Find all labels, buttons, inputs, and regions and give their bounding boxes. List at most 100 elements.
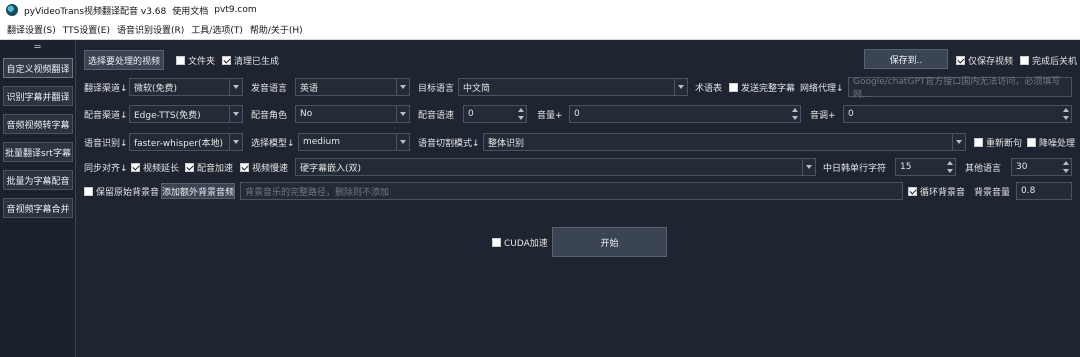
asr-select[interactable]: faster-whisper(本地): [129, 133, 243, 151]
cjk-chars-label: 中日韩单行字符: [823, 163, 887, 174]
speech-rate-spinbox[interactable]: 0: [463, 105, 527, 123]
loop-bg-checkbox-box[interactable]: [908, 186, 917, 196]
keep-bg-checkbox[interactable]: 保留原始背景音: [84, 182, 159, 200]
chevron-down-icon: [400, 112, 406, 116]
loop-bg-label: 循环背景音: [920, 187, 966, 198]
dubbing-channel-select[interactable]: Edge-TTS(免费): [129, 105, 243, 123]
source-lang-select[interactable]: 英语: [295, 78, 410, 96]
model-value: medium: [303, 137, 340, 147]
dubbing-channel-label[interactable]: 配音渠道↓: [84, 105, 128, 123]
video-extend-checkbox[interactable]: 视频延长: [131, 158, 179, 176]
menu-bar: 翻译设置(S) TTS设置(E) 语音识别设置(R) 工具/选项(T) 帮助/关…: [0, 20, 1080, 40]
cuda-checkbox-box[interactable]: [492, 237, 501, 247]
video-slowdown-checkbox-box[interactable]: [240, 162, 249, 172]
target-lang-value: 中文简: [463, 83, 491, 94]
sidebar: ═ 自定义视频翻译 识别字幕并翻译 音频视频转字幕 批量翻译srt字幕 批量为字…: [0, 40, 76, 357]
folder-checkbox[interactable]: 文件夹: [176, 51, 215, 69]
sidebar-item-custom-translate[interactable]: 自定义视频翻译: [3, 58, 73, 78]
asr-label[interactable]: 语音识别↓: [84, 133, 128, 151]
sidebar-item-recognize-translate[interactable]: 识别字幕并翻译: [3, 86, 73, 106]
sidebar-item-batch-dubbing[interactable]: 批量为字幕配音: [3, 170, 73, 190]
doc-link[interactable]: 使用文档: [172, 4, 208, 17]
start-button[interactable]: 开始: [552, 227, 667, 257]
menu-tts-settings[interactable]: TTS设置(E): [60, 23, 113, 36]
other-lang-spinbox[interactable]: 30: [1011, 158, 1072, 176]
asr-value: faster-whisper(本地): [134, 138, 224, 149]
translate-channel-select[interactable]: 微软(免费): [129, 78, 243, 96]
proxy-label[interactable]: 网络代理↓: [800, 78, 844, 96]
speech-rate-label: 配音语速: [418, 110, 455, 121]
chevron-down-icon: [400, 140, 406, 144]
re-segment-checkbox-box[interactable]: [974, 137, 983, 147]
source-lang-label: 发音语言: [251, 83, 288, 94]
app-logo-icon: [6, 4, 18, 16]
subtitle-mode-select[interactable]: 硬字幕嵌入(双): [295, 158, 816, 176]
clear-generated-checkbox[interactable]: 清理已生成: [222, 51, 279, 69]
select-video-button[interactable]: 选择要处理的视频: [84, 50, 164, 70]
cuda-checkbox[interactable]: CUDA加速: [492, 233, 548, 251]
pitch-spinbox[interactable]: 0: [843, 105, 1072, 123]
spin-arrows-icon[interactable]: [1062, 108, 1069, 120]
volume-value: 0: [574, 109, 580, 119]
dubbing-channel-value: Edge-TTS(免费): [134, 110, 201, 121]
model-select[interactable]: medium: [298, 133, 410, 151]
denoise-checkbox-box[interactable]: [1027, 137, 1036, 147]
denoise-label: 降噪处理: [1039, 138, 1076, 149]
audio-speedup-checkbox-box[interactable]: [185, 162, 194, 172]
add-bg-audio-button[interactable]: 添加额外背景音频: [161, 183, 235, 199]
subtitle-mode-value: 硬字幕嵌入(双): [300, 163, 362, 174]
bg-volume-input[interactable]: 0.8: [1016, 182, 1072, 200]
volume-label: 音量+: [537, 110, 563, 121]
sidebar-item-batch-translate-srt[interactable]: 批量翻译srt字幕: [3, 142, 73, 162]
save-to-button[interactable]: 保存到..: [864, 49, 948, 69]
menu-translate-settings[interactable]: 翻译设置(S): [4, 23, 59, 36]
spin-arrows-icon[interactable]: [1062, 161, 1069, 173]
video-slowdown-checkbox[interactable]: 视频慢速: [240, 158, 288, 176]
shutdown-checkbox-box[interactable]: [1020, 55, 1029, 65]
sync-label[interactable]: 同步对齐↓: [84, 158, 128, 176]
video-extend-checkbox-box[interactable]: [131, 162, 140, 172]
denoise-checkbox[interactable]: 降噪处理: [1027, 133, 1075, 151]
shutdown-checkbox[interactable]: 完成后关机: [1020, 51, 1077, 69]
audio-speedup-checkbox[interactable]: 配音加速: [185, 158, 233, 176]
video-slowdown-label: 视频慢速: [252, 163, 289, 174]
menu-asr-settings[interactable]: 语音识别设置(R): [114, 23, 187, 36]
voice-role-label: 配音角色: [251, 110, 288, 121]
glossary-link[interactable]: 术语表: [695, 78, 722, 96]
bg-audio-path-input[interactable]: 背景音乐的完整路径，删除则不添加: [240, 182, 903, 200]
bg-audio-path-placeholder: 背景音乐的完整路径，删除则不添加: [245, 187, 390, 198]
site-link[interactable]: pvt9.com: [214, 5, 256, 15]
folder-checkbox-box[interactable]: [176, 55, 185, 65]
translate-channel-label[interactable]: 翻译渠道↓: [84, 78, 128, 96]
cjk-chars-spinbox[interactable]: 15: [895, 158, 956, 176]
voice-role-select[interactable]: No: [295, 105, 410, 123]
chevron-down-icon: [233, 140, 239, 144]
target-lang-select[interactable]: 中文简: [458, 78, 688, 96]
sidebar-item-av-to-subtitle[interactable]: 音频视频转字幕: [3, 114, 73, 134]
only-save-video-checkbox-box[interactable]: [956, 55, 965, 65]
bg-volume-value: 0.8: [1021, 186, 1036, 196]
spin-arrows-icon[interactable]: [517, 108, 524, 120]
sidebar-item-merge[interactable]: 音视频字幕合并: [3, 198, 73, 218]
menu-tools[interactable]: 工具/选项(T): [188, 23, 246, 36]
keep-bg-checkbox-box[interactable]: [84, 186, 93, 196]
menu-help[interactable]: 帮助/关于(H): [247, 23, 306, 36]
split-mode-select[interactable]: 整体识别: [483, 133, 966, 151]
keep-bg-label: 保留原始背景音: [96, 187, 160, 198]
send-full-subtitle-checkbox-box[interactable]: [729, 82, 738, 92]
clear-generated-checkbox-box[interactable]: [222, 55, 231, 65]
volume-spinbox[interactable]: 0: [569, 105, 801, 123]
loop-bg-checkbox[interactable]: 循环背景音: [908, 182, 965, 200]
split-mode-label[interactable]: 语音切割模式↓: [418, 133, 480, 151]
sidebar-handle-icon[interactable]: ═: [0, 40, 75, 54]
send-full-subtitle-checkbox[interactable]: 发送完整字幕: [729, 78, 795, 96]
spin-arrows-icon[interactable]: [791, 108, 798, 120]
proxy-input[interactable]: Google/chatGPT官方接口国内无法访问，必须填写网...: [848, 77, 1072, 100]
model-label[interactable]: 选择模型↓: [251, 133, 295, 151]
chevron-down-icon: [233, 112, 239, 116]
voice-role-value: No: [300, 109, 313, 119]
spin-arrows-icon[interactable]: [946, 161, 953, 173]
only-save-video-checkbox[interactable]: 仅保存视频: [956, 51, 1013, 69]
re-segment-checkbox[interactable]: 重新断句: [974, 133, 1022, 151]
speech-rate-value: 0: [468, 109, 474, 119]
